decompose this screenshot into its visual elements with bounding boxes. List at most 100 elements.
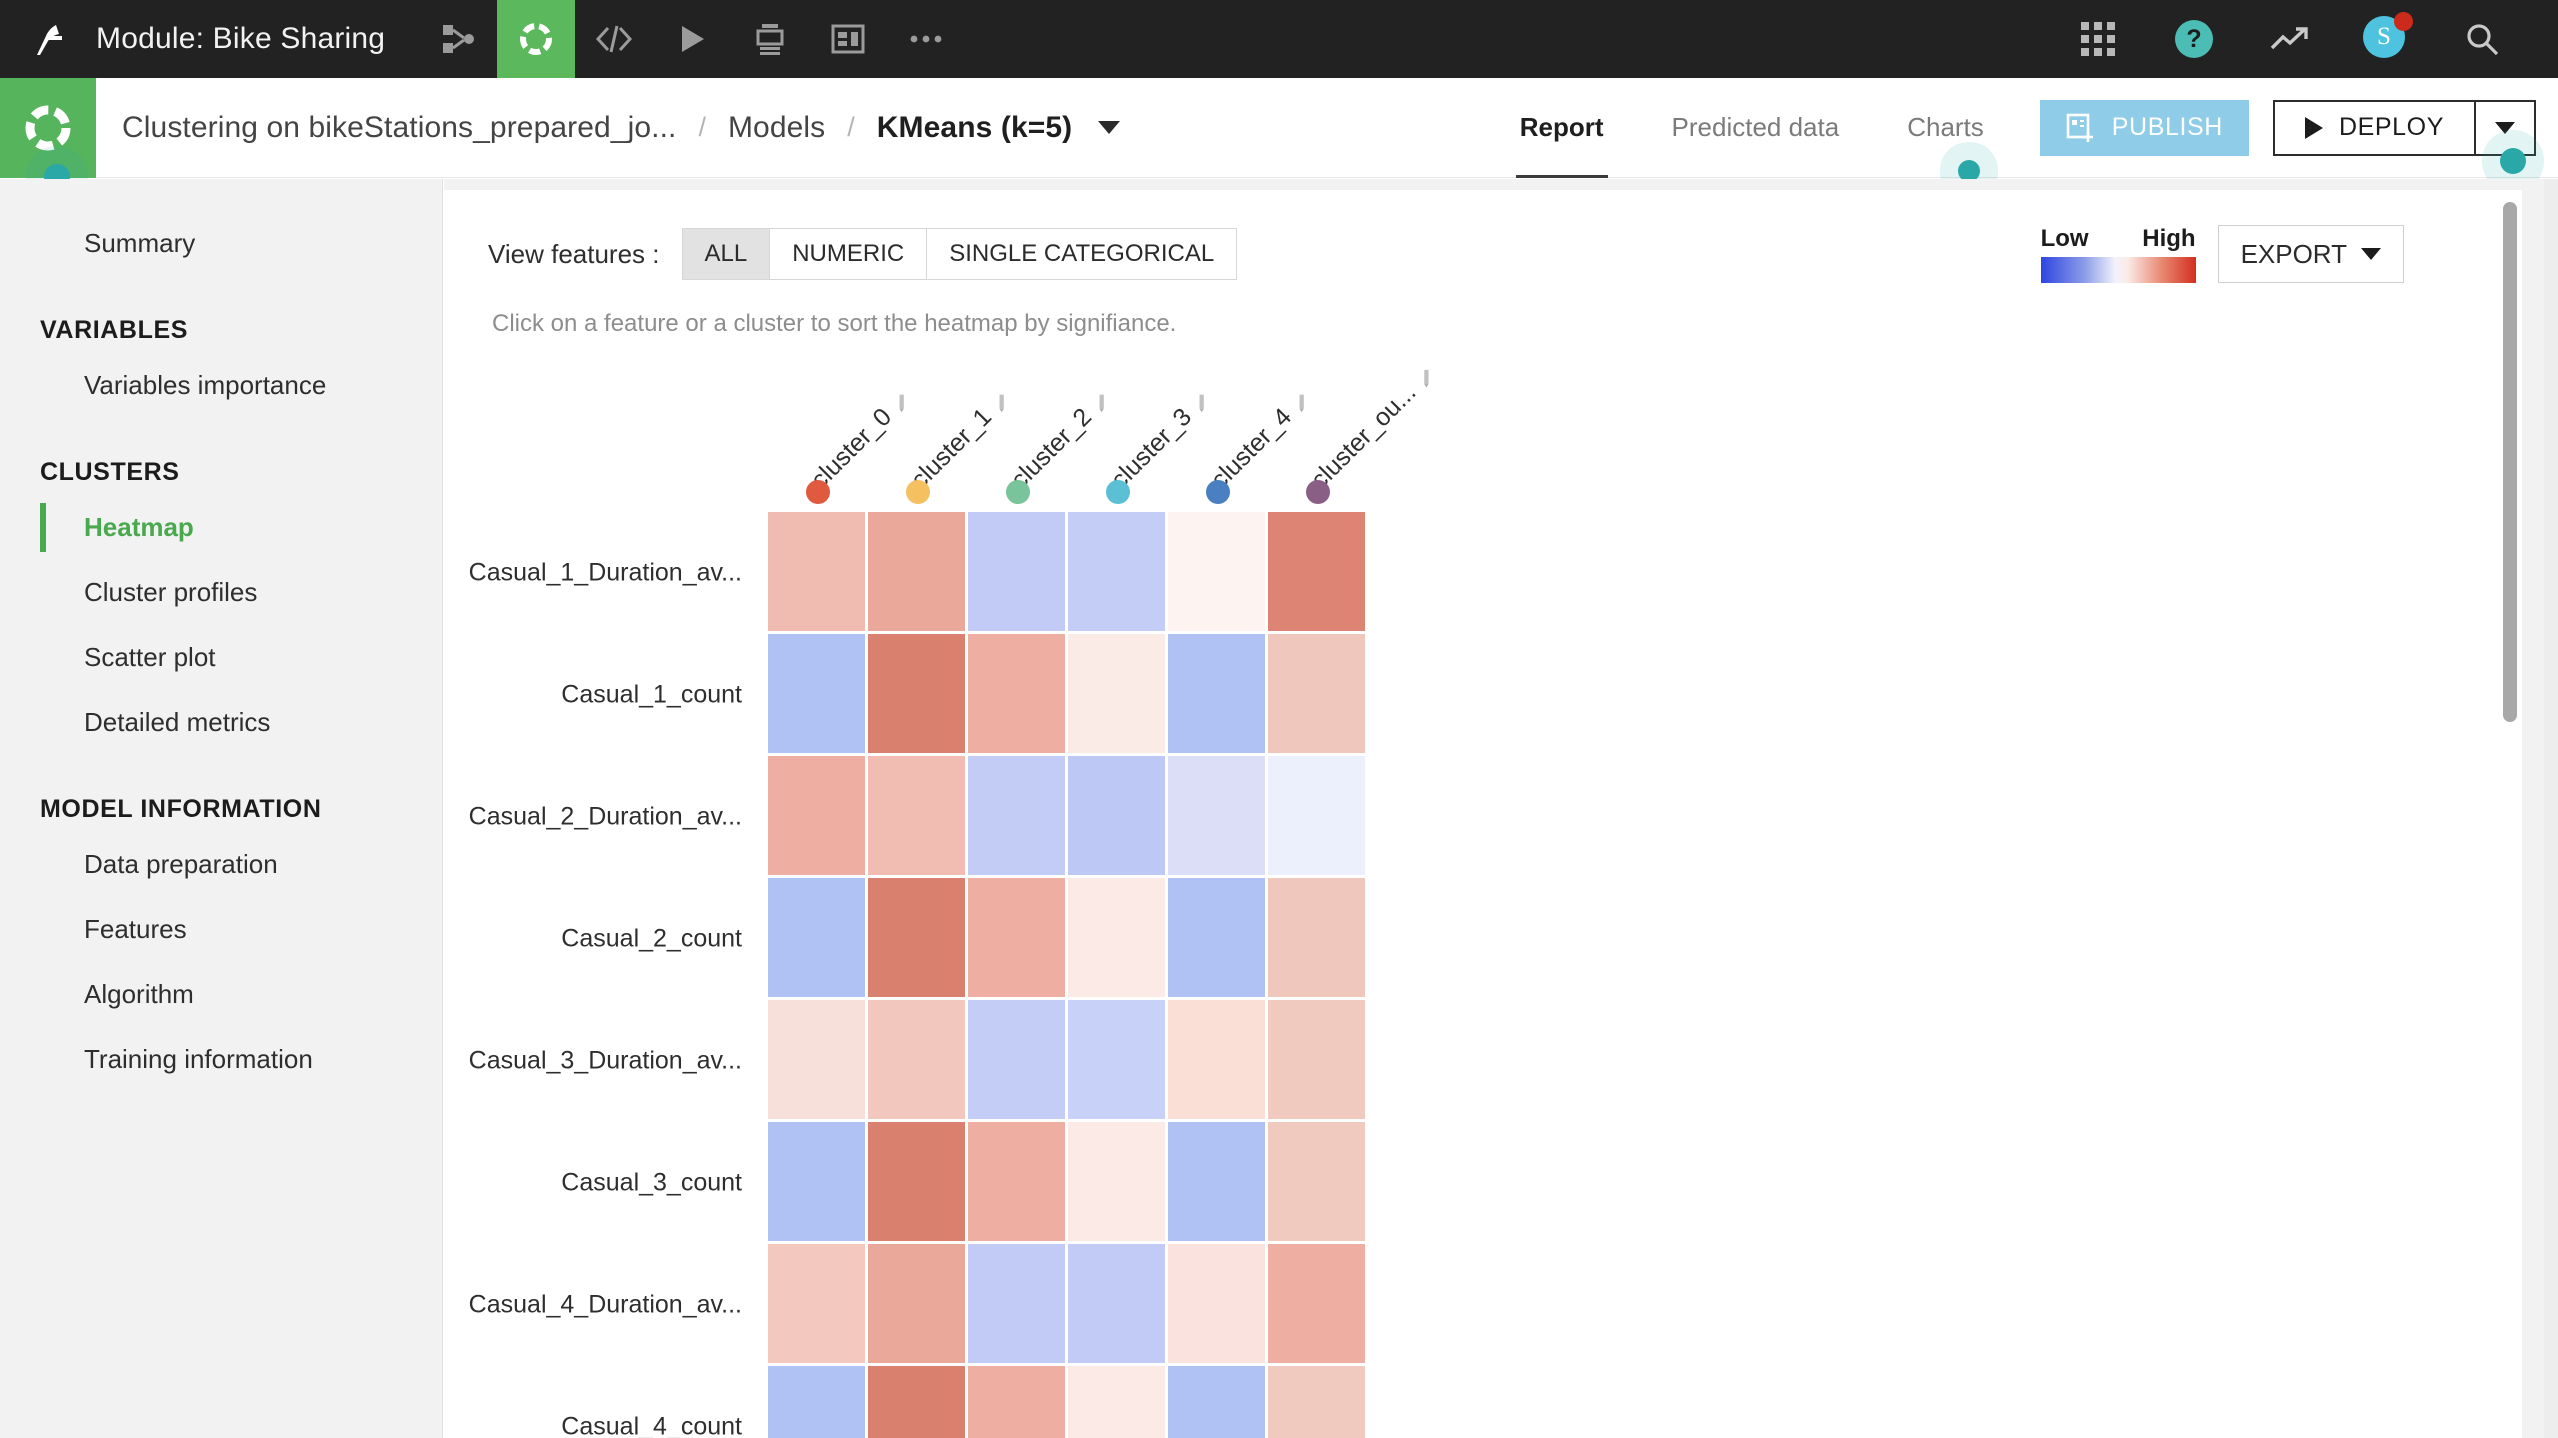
jobs-icon[interactable] xyxy=(731,0,809,78)
sidebar-item-data-preparation[interactable]: Data preparation xyxy=(0,832,442,897)
page-scrollbar-track[interactable] xyxy=(2544,179,2558,1438)
heatmap-cell[interactable] xyxy=(1168,512,1265,631)
heatmap-cell[interactable] xyxy=(1268,1244,1365,1363)
sidebar-item-features[interactable]: Features xyxy=(0,897,442,962)
heatmap-cell[interactable] xyxy=(768,1366,865,1438)
panel-scrollbar-track[interactable] xyxy=(2498,190,2522,1438)
heatmap-cluster-dot-1[interactable] xyxy=(906,480,930,504)
breadcrumb-item-2[interactable]: KMeans (k=5) xyxy=(877,111,1072,145)
breadcrumb-item-1[interactable]: Models xyxy=(728,111,825,145)
heatmap-cell[interactable] xyxy=(868,1244,965,1363)
heatmap-cell[interactable] xyxy=(1268,756,1365,875)
heatmap-row-label-2[interactable]: Casual_2_Duration_av... xyxy=(469,803,742,832)
pencil-edit-icon[interactable] xyxy=(887,385,915,413)
view-features-numeric-button[interactable]: NUMERIC xyxy=(770,229,928,279)
heatmap-cell[interactable] xyxy=(768,634,865,753)
tab-charts[interactable]: Charts xyxy=(1873,78,2018,178)
heatmap-cell[interactable] xyxy=(768,512,865,631)
heatmap-cell[interactable] xyxy=(868,756,965,875)
breadcrumb-item-0[interactable]: Clustering on bikeStations_prepared_jo..… xyxy=(122,111,676,145)
heatmap-row-label-3[interactable]: Casual_2_count xyxy=(561,925,742,954)
tab-predicted-data[interactable]: Predicted data xyxy=(1638,78,1874,178)
heatmap-cell[interactable] xyxy=(968,634,1065,753)
heatmap-cell[interactable] xyxy=(968,756,1065,875)
pencil-edit-icon[interactable] xyxy=(1411,361,1439,389)
heatmap-cell[interactable] xyxy=(868,1122,965,1241)
heatmap-row-label-0[interactable]: Casual_1_Duration_av... xyxy=(469,559,742,588)
dataiku-bird-logo[interactable] xyxy=(0,0,96,78)
sidebar-item-training-information[interactable]: Training information xyxy=(0,1027,442,1092)
heatmap-cell[interactable] xyxy=(868,1000,965,1119)
sidebar-item-variables-importance[interactable]: Variables importance xyxy=(0,353,442,418)
heatmap-cell[interactable] xyxy=(1168,1366,1265,1438)
lab-circle-icon[interactable] xyxy=(0,77,96,178)
heatmap-cell[interactable] xyxy=(868,634,965,753)
pencil-edit-icon[interactable] xyxy=(1087,385,1115,413)
heatmap-row-label-6[interactable]: Casual_4_Duration_av... xyxy=(469,1291,742,1320)
heatmap-cluster-dot-2[interactable] xyxy=(1006,480,1030,504)
heatmap-cell[interactable] xyxy=(1068,1000,1165,1119)
publish-button[interactable]: PUBLISH xyxy=(2039,99,2249,156)
lab-icon[interactable] xyxy=(497,0,576,78)
heatmap-cell[interactable] xyxy=(1168,878,1265,997)
heatmap-cell[interactable] xyxy=(968,1122,1065,1241)
deploy-dropdown-button[interactable] xyxy=(2474,101,2534,154)
heatmap-cell[interactable] xyxy=(768,1244,865,1363)
heatmap-cell[interactable] xyxy=(1168,756,1265,875)
heatmap-cell[interactable] xyxy=(868,1366,965,1438)
heatmap-cell[interactable] xyxy=(1068,756,1165,875)
deploy-button[interactable]: DEPLOY xyxy=(2275,102,2474,154)
pencil-edit-icon[interactable] xyxy=(1187,385,1215,413)
heatmap-cell[interactable] xyxy=(1268,1122,1365,1241)
heatmap-row-label-1[interactable]: Casual_1_count xyxy=(561,681,742,710)
sidebar-item-detailed-metrics[interactable]: Detailed metrics xyxy=(0,690,442,755)
flow-icon[interactable] xyxy=(419,0,497,78)
apps-grid-icon[interactable] xyxy=(2050,0,2146,78)
heatmap-cluster-dot-3[interactable] xyxy=(1106,480,1130,504)
chevron-down-icon[interactable] xyxy=(1098,121,1121,134)
heatmap-cell[interactable] xyxy=(868,512,965,631)
sidebar-item-heatmap[interactable]: Heatmap xyxy=(0,495,442,560)
heatmap-column-label-2[interactable]: cluster_2 xyxy=(1005,382,1118,495)
heatmap-cell[interactable] xyxy=(968,1244,1065,1363)
avatar[interactable]: S xyxy=(2338,0,2434,78)
heatmap-cell[interactable] xyxy=(1168,1244,1265,1363)
code-icon[interactable] xyxy=(575,0,653,78)
heatmap-cell[interactable] xyxy=(1068,634,1165,753)
help-icon[interactable]: ? xyxy=(2146,0,2242,78)
heatmap-row-label-5[interactable]: Casual_3_count xyxy=(561,1169,742,1198)
sidebar-item-cluster-profiles[interactable]: Cluster profiles xyxy=(0,560,442,625)
heatmap-cell[interactable] xyxy=(1068,512,1165,631)
heatmap-column-label-5[interactable]: cluster_ou... xyxy=(1305,358,1442,495)
view-features-single-categorical-button[interactable]: SINGLE CATEGORICAL xyxy=(927,229,1237,279)
heatmap-cell[interactable] xyxy=(1268,1366,1365,1438)
heatmap-row-label-7[interactable]: Casual_4_count xyxy=(561,1413,742,1438)
more-icon[interactable] xyxy=(887,0,965,78)
heatmap-cluster-dot-5[interactable] xyxy=(1306,480,1330,504)
heatmap-cell[interactable] xyxy=(768,1000,865,1119)
pencil-edit-icon[interactable] xyxy=(987,385,1015,413)
heatmap-cell[interactable] xyxy=(1268,1000,1365,1119)
sidebar-item-summary[interactable]: Summary xyxy=(0,211,442,276)
sidebar-item-algorithm[interactable]: Algorithm xyxy=(0,962,442,1027)
heatmap-cell[interactable] xyxy=(768,756,865,875)
heatmap-row-label-4[interactable]: Casual_3_Duration_av... xyxy=(469,1047,742,1076)
tab-report[interactable]: Report xyxy=(1486,78,1638,178)
panel-scrollbar-thumb[interactable] xyxy=(2503,202,2517,722)
search-icon[interactable] xyxy=(2434,0,2530,78)
heatmap-cell[interactable] xyxy=(768,878,865,997)
heatmap-cell[interactable] xyxy=(968,878,1065,997)
dashboard-icon[interactable] xyxy=(809,0,887,78)
export-button[interactable]: EXPORT xyxy=(2217,225,2404,283)
heatmap-cell[interactable] xyxy=(1268,512,1365,631)
run-icon[interactable] xyxy=(653,0,731,78)
heatmap-cell[interactable] xyxy=(868,878,965,997)
pencil-edit-icon[interactable] xyxy=(1287,385,1315,413)
heatmap-cell[interactable] xyxy=(1168,1122,1265,1241)
heatmap-cell[interactable] xyxy=(1068,1122,1165,1241)
heatmap-cell[interactable] xyxy=(1168,634,1265,753)
heatmap-cell[interactable] xyxy=(1268,634,1365,753)
heatmap-column-label-3[interactable]: cluster_3 xyxy=(1105,382,1218,495)
heatmap-cell[interactable] xyxy=(968,1366,1065,1438)
heatmap-column-label-1[interactable]: cluster_1 xyxy=(905,382,1018,495)
